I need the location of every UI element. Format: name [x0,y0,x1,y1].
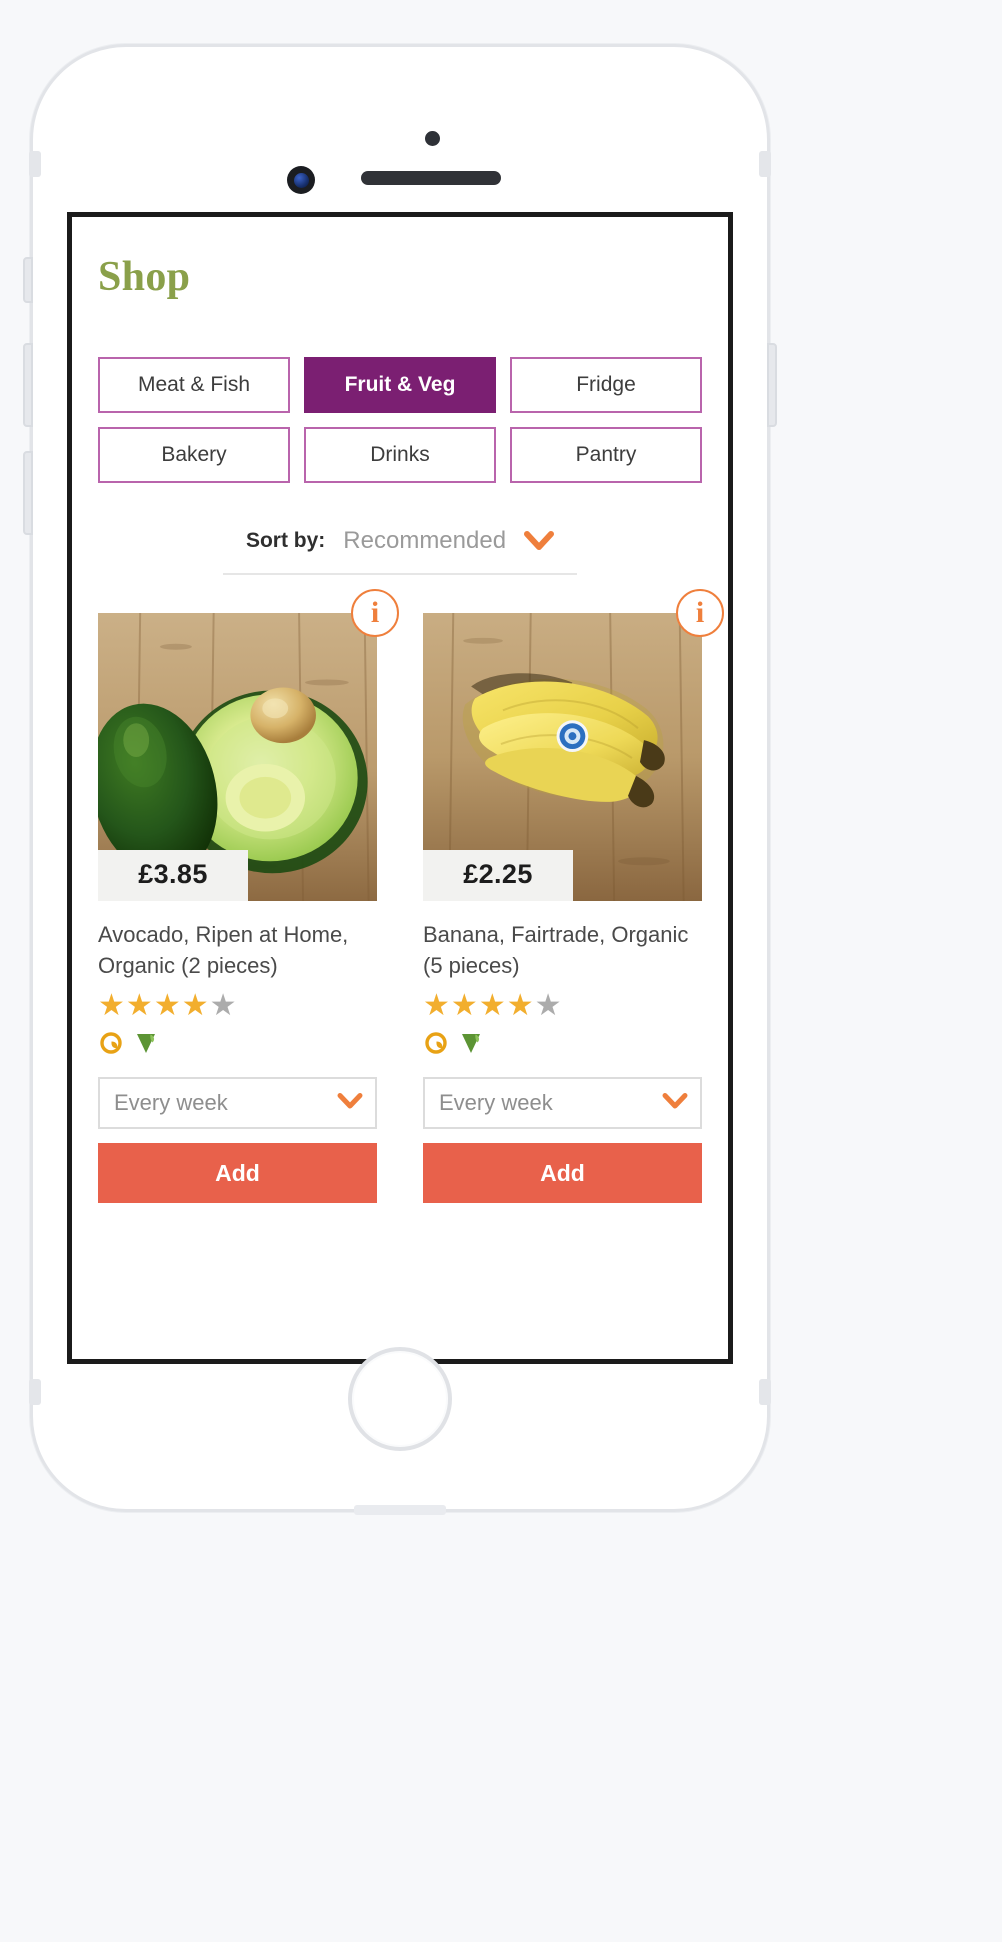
vegan-icon [458,1030,484,1061]
phone-bottom-port [354,1505,446,1515]
silent-switch-button[interactable] [23,257,33,303]
product-name: Avocado, Ripen at Home, Organic (2 piece… [98,922,349,979]
earpiece-speaker-icon [361,171,501,185]
star-empty-icon: ★ [209,989,237,1023]
info-icon[interactable]: i [676,589,724,637]
product-image-banana[interactable]: £2.25 [423,613,702,901]
star-full-icon: ★ [506,989,534,1023]
price-label: £3.85 [98,850,248,901]
category-button-pantry[interactable]: Pantry [510,427,702,483]
star-empty-icon: ★ [534,989,562,1023]
star-full-icon: ★ [181,989,209,1023]
power-button[interactable] [767,343,777,427]
star-full-icon: ★ [98,989,125,1023]
antenna-band-top-left [29,151,41,177]
product-name: Banana, Fairtrade, Organic (5 pieces) [423,922,689,979]
home-button[interactable] [348,1347,452,1451]
organic-icon [98,1030,124,1061]
category-filter-group: Meat & Fish Fruit & Veg Fridge Bakery Dr… [98,357,702,483]
category-button-fridge[interactable]: Fridge [510,357,702,413]
star-full-icon: ★ [153,989,181,1023]
antenna-band-bottom-right [759,1379,771,1405]
category-button-fruit-veg[interactable]: Fruit & Veg [304,357,496,413]
volume-down-button[interactable] [23,451,33,535]
phone-screen: Shop Meat & Fish Fruit & Veg Fridge Bake… [67,212,733,1364]
antenna-band-top-right [759,151,771,177]
antenna-band-bottom-left [29,1379,41,1405]
front-camera-icon [287,166,315,194]
sort-by-label: Sort by: [245,529,326,552]
delivery-frequency-value: Every week [439,1090,553,1116]
vegan-icon [133,1030,159,1061]
chevron-down-icon[interactable] [337,1092,363,1115]
chevron-down-icon[interactable] [524,530,555,552]
volume-up-button[interactable] [23,343,33,427]
chevron-down-icon[interactable] [662,1092,688,1115]
rating-stars: ★ ★ ★ ★ ★ [423,991,702,1021]
star-full-icon: ★ [125,989,153,1023]
price-label: £2.25 [423,850,573,901]
product-image-avocado[interactable]: £3.85 [98,613,377,901]
product-card: i [98,589,399,1204]
organic-icon [423,1030,449,1061]
category-button-drinks[interactable]: Drinks [304,427,496,483]
product-grid: i £3.85 Avocado, Ripen at Home, Organic … [98,589,724,1204]
phone-mockup-frame: Shop Meat & Fish Fruit & Veg Fridge Bake… [23,44,777,1515]
category-button-bakery[interactable]: Bakery [98,427,290,483]
star-full-icon: ★ [423,989,450,1023]
star-full-icon: ★ [450,989,478,1023]
proximity-sensor-icon [425,131,440,146]
rating-stars: ★ ★ ★ ★ ★ [98,991,377,1021]
delivery-frequency-select[interactable]: Every week [423,1077,702,1130]
delivery-frequency-select[interactable]: Every week [98,1077,377,1130]
add-to-basket-button[interactable]: Add [98,1143,377,1204]
page-title: Shop [98,254,191,300]
product-card: i [423,589,724,1204]
sort-selected-value[interactable]: Recommended [343,527,506,555]
sort-control[interactable]: Sort by: Recommended [98,527,702,555]
star-full-icon: ★ [478,989,506,1023]
product-attribute-badges [98,1031,377,1059]
delivery-frequency-value: Every week [114,1090,228,1116]
category-button-meat-fish[interactable]: Meat & Fish [98,357,290,413]
info-icon[interactable]: i [351,589,399,637]
sort-divider [223,573,577,575]
add-to-basket-button[interactable]: Add [423,1143,702,1204]
product-attribute-badges [423,1031,702,1059]
